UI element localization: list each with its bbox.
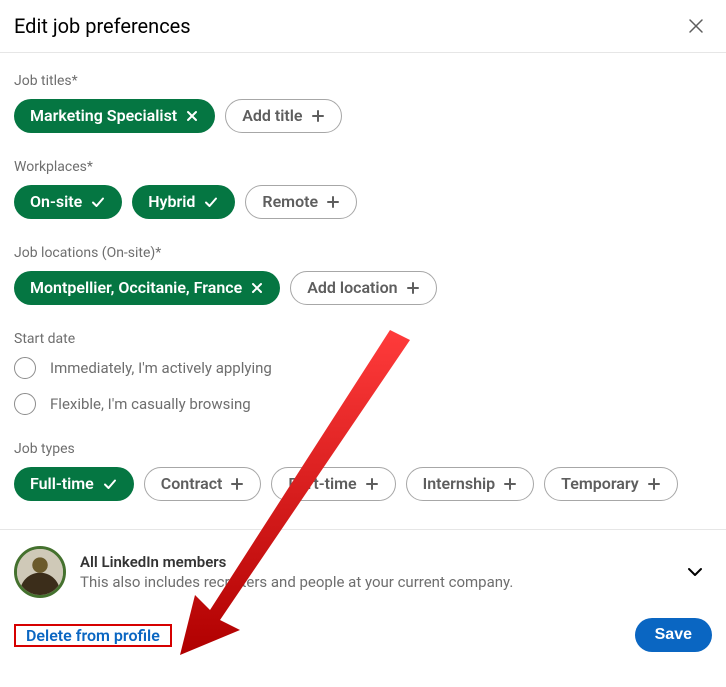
add-title-text: Add title: [242, 108, 302, 124]
workplaces-label: Workplaces*: [14, 159, 712, 175]
radio-icon: [14, 393, 36, 415]
job-type-fulltime-pill[interactable]: Full-time: [14, 467, 134, 501]
job-title-pill[interactable]: Marketing Specialist: [14, 99, 215, 133]
job-type-internship-pill[interactable]: Internship: [406, 467, 535, 501]
start-date-option-immediate[interactable]: Immediately, I'm actively applying: [14, 357, 712, 379]
workplace-remote-text: Remote: [262, 194, 318, 210]
chevron-down-icon: [684, 561, 706, 583]
location-pill[interactable]: Montpellier, Occitanie, France: [14, 271, 280, 305]
modal-title: Edit job preferences: [14, 14, 191, 38]
delete-from-profile-link[interactable]: Delete from profile: [16, 620, 170, 651]
job-type-contract-pill[interactable]: Contract: [144, 467, 262, 501]
plus-icon: [406, 281, 420, 295]
visibility-title: All LinkedIn members: [80, 553, 670, 571]
job-titles-label: Job titles*: [14, 73, 712, 89]
add-location-pill[interactable]: Add location: [290, 271, 436, 305]
plus-icon: [365, 477, 379, 491]
plus-icon: [647, 477, 661, 491]
start-date-option-immediate-label: Immediately, I'm actively applying: [50, 359, 272, 377]
start-date-option-flexible[interactable]: Flexible, I'm casually browsing: [14, 393, 712, 415]
workplace-onsite-text: On-site: [30, 194, 82, 210]
add-location-text: Add location: [307, 280, 397, 296]
plus-icon: [311, 109, 325, 123]
plus-icon: [503, 477, 517, 491]
annotation-highlight-box: Delete from profile: [14, 624, 172, 647]
check-icon: [90, 194, 106, 210]
job-type-parttime-text: Part-time: [288, 476, 356, 492]
visibility-row[interactable]: All LinkedIn members This also includes …: [0, 529, 726, 608]
check-icon: [203, 194, 219, 210]
job-title-text: Marketing Specialist: [30, 108, 177, 124]
remove-icon: [185, 109, 199, 123]
job-type-fulltime-text: Full-time: [30, 476, 94, 492]
workplace-onsite-pill[interactable]: On-site: [14, 185, 122, 219]
close-button[interactable]: [684, 14, 708, 38]
avatar: [14, 546, 66, 598]
job-types-label: Job types: [14, 441, 712, 457]
visibility-subtitle: This also includes recruiters and people…: [80, 573, 670, 591]
add-title-pill[interactable]: Add title: [225, 99, 341, 133]
close-icon: [686, 16, 706, 36]
job-type-contract-text: Contract: [161, 476, 223, 492]
start-date-option-flexible-label: Flexible, I'm casually browsing: [50, 395, 251, 413]
locations-label: Job locations (On-site)*: [14, 245, 712, 261]
job-type-parttime-pill[interactable]: Part-time: [271, 467, 395, 501]
save-button[interactable]: Save: [635, 618, 712, 652]
workplace-hybrid-text: Hybrid: [148, 194, 195, 210]
radio-icon: [14, 357, 36, 379]
job-type-temporary-text: Temporary: [561, 476, 639, 492]
plus-icon: [326, 195, 340, 209]
check-icon: [102, 476, 118, 492]
start-date-label: Start date: [14, 331, 712, 347]
plus-icon: [230, 477, 244, 491]
workplace-hybrid-pill[interactable]: Hybrid: [132, 185, 235, 219]
job-type-internship-text: Internship: [423, 476, 496, 492]
job-type-temporary-pill[interactable]: Temporary: [544, 467, 678, 501]
location-text: Montpellier, Occitanie, France: [30, 280, 242, 296]
remove-icon: [250, 281, 264, 295]
workplace-remote-pill[interactable]: Remote: [245, 185, 357, 219]
